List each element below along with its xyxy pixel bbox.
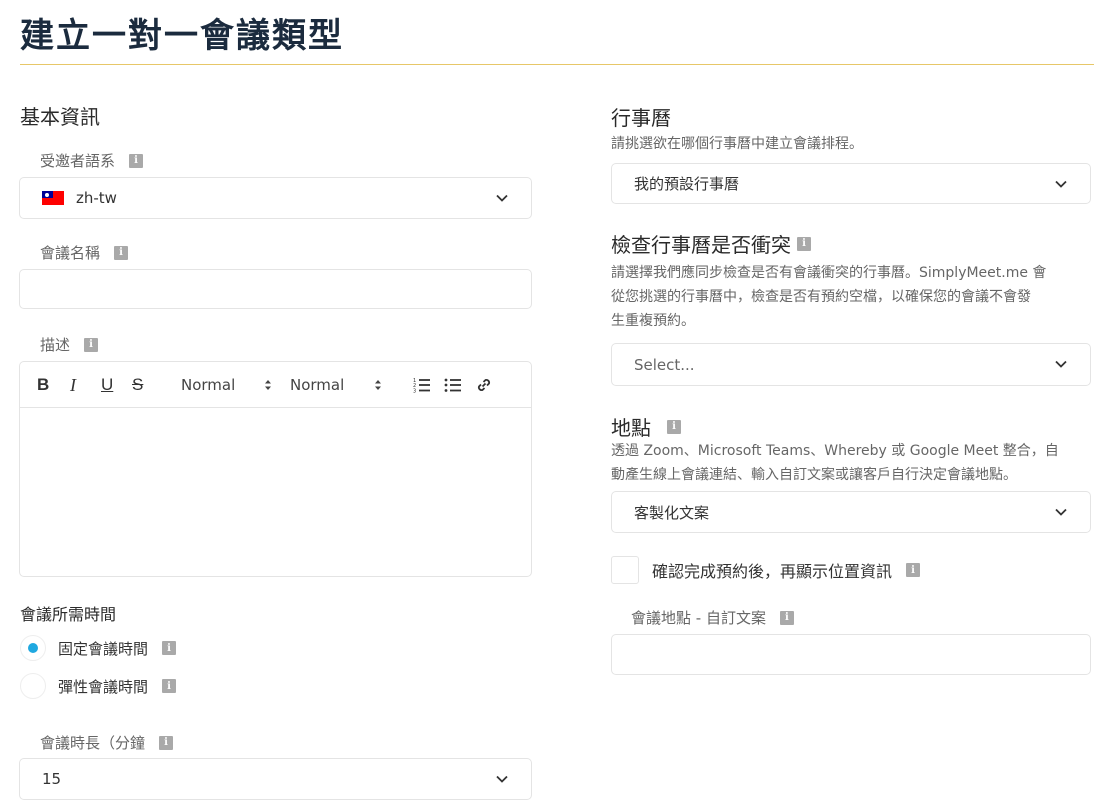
select-arrows-icon	[375, 380, 381, 390]
location-heading-text: 地點	[611, 416, 651, 440]
title-divider	[20, 64, 1094, 65]
info-icon[interactable]: i	[159, 735, 174, 750]
show-location-after-booking-option[interactable]: 確認完成預約後，再顯示位置資訊 i	[611, 556, 921, 584]
info-icon[interactable]: i	[84, 337, 99, 352]
select-arrows-icon	[265, 380, 271, 390]
font-select[interactable]: Normal	[290, 374, 344, 396]
conflict-description: 請選擇我們應同步檢查是否有會議衝突的行事曆。SimplyMeet.me 會 從您…	[611, 261, 1093, 333]
conflict-description-line: 請選擇我們應同步檢查是否有會議衝突的行事曆。SimplyMeet.me 會	[611, 265, 1047, 281]
page-title: 建立一對一會議類型	[20, 16, 344, 56]
invitee-language-label: 受邀者語系 i	[40, 150, 144, 171]
basic-info-heading: 基本資訊	[20, 105, 100, 129]
description-editor: B I U S Normal Normal 1 2 3	[19, 361, 532, 577]
description-label: 描述 i	[40, 334, 99, 355]
editor-content[interactable]	[20, 408, 531, 576]
custom-location-input[interactable]	[611, 634, 1091, 675]
italic-button[interactable]: I	[70, 374, 76, 396]
flexible-duration-option[interactable]: 彈性會議時間 i	[20, 673, 177, 699]
conflict-heading-text: 檢查行事曆是否衝突	[611, 233, 791, 257]
bold-button[interactable]: B	[37, 374, 49, 396]
duration-length-label-text: 會議時長（分鐘	[40, 734, 146, 752]
flexible-duration-label: 彈性會議時間	[58, 677, 149, 696]
location-description-line: 透過 Zoom、Microsoft Teams、Whereby 或 Google…	[611, 443, 1059, 459]
underline-button[interactable]: U	[101, 374, 113, 396]
info-icon[interactable]: i	[667, 419, 681, 434]
info-icon[interactable]: i	[162, 679, 177, 693]
flexible-duration-radio[interactable]	[20, 673, 46, 699]
conflict-description-line: 從您挑選的行事曆中，檢查是否有預約空檔，以確保您的會議不會發	[611, 289, 1031, 305]
custom-location-label-text: 會議地點 - 自訂文案	[631, 609, 766, 627]
info-icon[interactable]: i	[779, 610, 794, 625]
location-select[interactable]: 客製化文案	[611, 491, 1091, 533]
chevron-down-icon	[1055, 180, 1067, 188]
fixed-duration-option[interactable]: 固定會議時間 i	[20, 635, 177, 661]
chevron-down-icon	[496, 194, 508, 202]
taiwan-flag-icon	[42, 191, 64, 205]
chevron-down-icon	[496, 775, 508, 783]
bullet-list-icon[interactable]	[444, 376, 462, 394]
location-value: 客製化文案	[634, 503, 710, 522]
duration-length-value: 15	[42, 770, 62, 788]
duration-length-label: 會議時長（分鐘 i	[40, 732, 174, 753]
info-icon[interactable]: i	[906, 563, 921, 577]
duration-length-select[interactable]: 15	[19, 758, 532, 800]
meeting-name-label-text: 會議名稱	[40, 244, 101, 262]
conflict-description-line: 生重複預約。	[611, 313, 695, 329]
meeting-name-input[interactable]	[19, 269, 532, 309]
location-description-line: 動產生線上會議連結、輸入自訂文案或讓客戶自行決定會議地點。	[611, 467, 1017, 483]
invitee-language-select[interactable]: zh-tw	[19, 177, 532, 219]
fixed-duration-radio[interactable]	[20, 635, 46, 661]
info-icon[interactable]: i	[162, 641, 177, 655]
size-select[interactable]: Normal	[181, 374, 235, 396]
invitee-language-label-text: 受邀者語系	[40, 152, 116, 170]
info-icon[interactable]: i	[797, 236, 811, 251]
fixed-duration-label: 固定會議時間	[58, 639, 149, 658]
ordered-list-icon[interactable]: 1 2 3	[413, 376, 431, 394]
link-icon[interactable]	[475, 376, 493, 394]
show-location-after-booking-checkbox[interactable]	[611, 556, 639, 584]
invitee-language-value: zh-tw	[76, 189, 117, 207]
location-heading: 地點 i	[611, 412, 681, 441]
description-label-text: 描述	[40, 336, 71, 354]
conflict-calendar-placeholder: Select...	[634, 355, 695, 374]
strikethrough-button[interactable]: S	[132, 374, 143, 396]
chevron-down-icon	[1055, 508, 1067, 516]
svg-text:3: 3	[413, 389, 416, 395]
editor-toolbar: B I U S Normal Normal 1 2 3	[20, 362, 531, 408]
info-icon[interactable]: i	[114, 245, 129, 260]
show-location-after-booking-label: 確認完成預約後，再顯示位置資訊	[652, 562, 893, 581]
info-icon[interactable]: i	[129, 153, 144, 168]
meeting-name-label: 會議名稱 i	[40, 242, 129, 263]
calendar-heading: 行事曆	[611, 106, 671, 130]
location-description: 透過 Zoom、Microsoft Teams、Whereby 或 Google…	[611, 439, 1093, 487]
custom-location-label: 會議地點 - 自訂文案 i	[631, 607, 794, 628]
calendar-select[interactable]: 我的預設行事曆	[611, 163, 1091, 204]
chevron-down-icon	[1055, 360, 1067, 368]
duration-heading: 會議所需時間	[20, 605, 117, 624]
conflict-calendar-select[interactable]: Select...	[611, 343, 1091, 386]
calendar-value: 我的預設行事曆	[634, 175, 740, 193]
conflict-heading: 檢查行事曆是否衝突 i	[611, 229, 811, 258]
calendar-description: 請挑選欲在哪個行事曆中建立會議排程。	[611, 136, 863, 152]
